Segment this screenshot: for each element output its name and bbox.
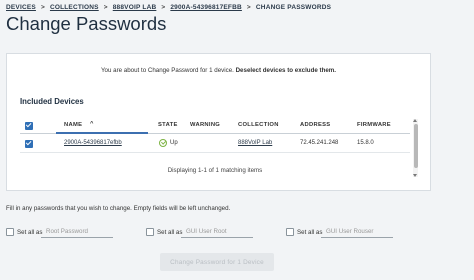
breadcrumb-collection[interactable]: 888VOIP LAB	[113, 4, 157, 11]
page-title: Change Passwords	[6, 13, 167, 34]
column-firmware[interactable]: FIRMWARE	[357, 122, 391, 128]
breadcrumb-collections[interactable]: COLLECTIONS	[50, 4, 99, 11]
gui-rouser-group: Set all as	[286, 226, 398, 238]
gui-user-root-input[interactable]	[181, 226, 253, 238]
scroll-down-arrow[interactable]	[413, 174, 417, 177]
breadcrumb-separator: >	[161, 4, 166, 11]
select-all-checkbox[interactable]	[25, 121, 33, 130]
info-message: You are about to Change Password for 1 d…	[7, 67, 430, 74]
root-password-group: Set all as	[6, 226, 118, 238]
info-bold-text: Deselect devices to exclude them.	[235, 67, 337, 74]
device-firmware: 15.8.0	[357, 140, 374, 146]
column-state[interactable]: STATE	[158, 122, 178, 128]
column-collection[interactable]: COLLECTION	[238, 122, 279, 128]
gui-root-group: Set all as	[146, 226, 258, 238]
table-scrollbar[interactable]	[413, 119, 418, 177]
info-text: You are about to Change Password for 1 d…	[100, 67, 234, 74]
set-all-root-checkbox[interactable]	[6, 228, 14, 236]
breadcrumb-devices[interactable]: DEVICES	[6, 4, 36, 11]
breadcrumb-device[interactable]: 2900A-54396817EFBB	[170, 4, 242, 11]
breadcrumb-separator: >	[103, 4, 108, 11]
table-header: NAME ^ STATE WARNING COLLECTION ADDRESS …	[20, 117, 410, 134]
breadcrumb-current: CHANGE PASSWORDS	[255, 4, 332, 11]
check-circle-icon	[159, 138, 167, 147]
matching-items-text: Displaying 1-1 of 1 matching items	[167, 167, 263, 174]
device-address: 72.45.241.248	[300, 140, 339, 146]
scroll-up-arrow[interactable]	[413, 119, 417, 122]
column-name[interactable]: NAME	[64, 122, 82, 128]
devices-table: NAME ^ STATE WARNING COLLECTION ADDRESS …	[20, 117, 418, 178]
change-password-button[interactable]: Change Password for 1 Device	[160, 253, 274, 271]
set-all-label: Set all as	[17, 229, 43, 236]
root-password-input[interactable]	[41, 226, 113, 238]
sort-up-icon[interactable]: ^	[90, 121, 94, 127]
column-address[interactable]: ADDRESS	[300, 122, 330, 128]
column-warning[interactable]: WARNING	[190, 122, 220, 128]
device-name-link[interactable]: 2900A-54396817efbb	[64, 140, 122, 146]
fill-instructions: Fill in any passwords that you wish to c…	[6, 205, 231, 212]
set-all-gui-root-checkbox[interactable]	[146, 228, 154, 236]
set-all-label: Set all as	[297, 229, 323, 236]
devices-card: You are about to Change Password for 1 d…	[6, 53, 431, 191]
device-state: Up	[170, 140, 178, 146]
set-all-label: Set all as	[157, 229, 183, 236]
breadcrumb-separator: >	[40, 4, 45, 11]
included-devices-title: Included Devices	[20, 97, 84, 106]
gui-user-rouser-input[interactable]	[321, 226, 393, 238]
set-all-gui-rouser-checkbox[interactable]	[286, 228, 294, 236]
breadcrumb-separator: >	[246, 4, 251, 11]
breadcrumb: DEVICES > COLLECTIONS >888VOIP LAB >2900A-54…	[6, 4, 331, 11]
row-checkbox[interactable]	[25, 139, 33, 148]
device-collection-link[interactable]: 888VoIP Lab	[238, 140, 272, 146]
table-row[interactable]: 2900A-54396817efbb Up 888VoIP Lab 72.45.…	[20, 134, 410, 153]
scroll-thumb[interactable]	[413, 124, 418, 168]
